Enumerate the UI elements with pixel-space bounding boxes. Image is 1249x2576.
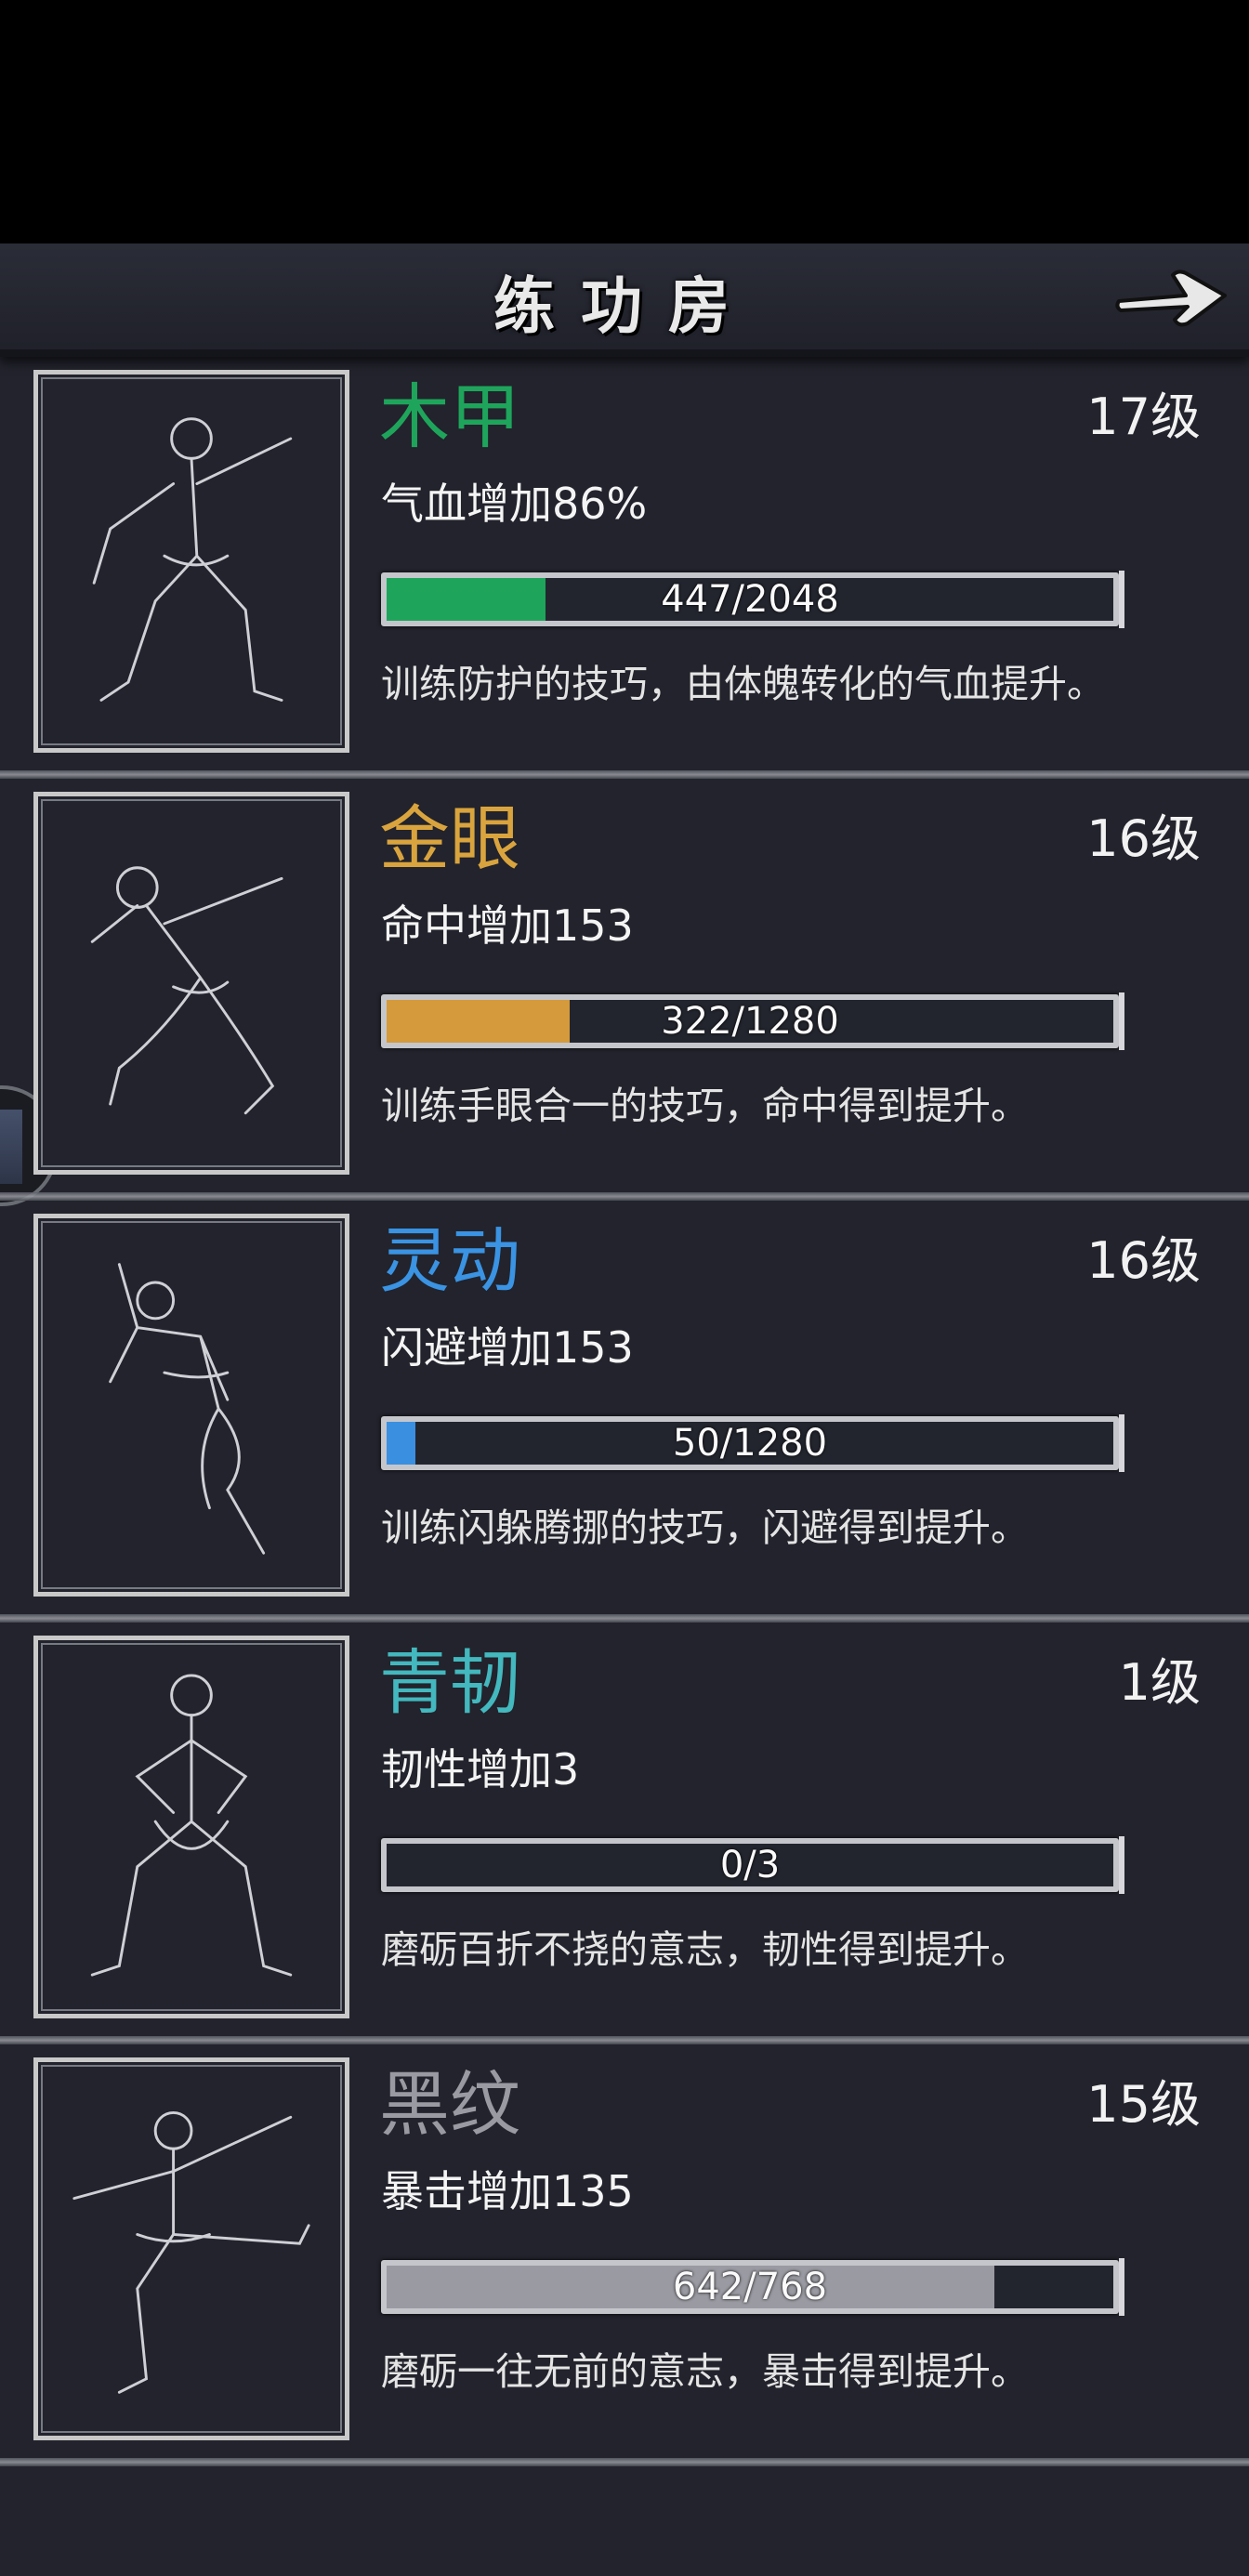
divider [0, 1192, 1249, 1201]
skill-portrait [33, 2057, 349, 2440]
skill-description: 训练手眼合一的技巧，命中得到提升。 [381, 1084, 1029, 1128]
exp-progress-text: 642/768 [672, 2266, 828, 2308]
exp-progress-bar: 0/3 [381, 1836, 1124, 1894]
skill-card[interactable]: 金眼 16级 命中增加153 322/1280 训练手眼合一的技巧，命中得到提升… [0, 779, 1249, 1201]
skill-description: 训练闪躲腾挪的技巧，闪避得到提升。 [381, 1505, 1029, 1550]
skill-description: 磨砺百折不挠的意志，韧性得到提升。 [381, 1927, 1029, 1972]
exp-progress-bar: 50/1280 [381, 1414, 1124, 1472]
skill-card[interactable]: 青韧 1级 韧性增加3 0/3 磨砺百折不挠的意志，韧性得到提升。 [0, 1623, 1249, 2044]
skill-level: 16级 [1086, 1231, 1201, 1290]
skill-portrait [33, 1636, 349, 2018]
skill-name: 木甲 [379, 375, 520, 458]
exp-progress-bar: 322/1280 [381, 992, 1124, 1050]
skill-portrait [33, 370, 349, 753]
skill-bonus: 韧性增加3 [381, 1744, 580, 1794]
skill-card[interactable]: 灵动 16级 闪避增加153 50/1280 训练闪躲腾挪的技巧，闪避得到提升。 [0, 1201, 1249, 1623]
skill-name: 黑纹 [379, 2063, 520, 2146]
skill-description: 训练防护的技巧，由体魄转化的气血提升。 [381, 662, 1105, 706]
header-bar: 练功房 [0, 243, 1249, 357]
exp-progress-text: 0/3 [719, 1844, 781, 1886]
skill-card[interactable]: 黑纹 15级 暴击增加135 642/768 磨砺一往无前的意志，暴击得到提升。 [0, 2044, 1249, 2466]
skill-name: 青韧 [379, 1641, 520, 1724]
page-title: 练功房 [493, 269, 756, 342]
exp-progress-text: 50/1280 [672, 1422, 828, 1465]
exp-progress-text: 447/2048 [661, 578, 839, 621]
next-button[interactable] [1113, 256, 1230, 335]
skill-bonus: 命中增加153 [381, 900, 634, 951]
divider [0, 1614, 1249, 1623]
skill-description: 磨砺一往无前的意志，暴击得到提升。 [381, 2349, 1029, 2394]
skill-level: 17级 [1086, 388, 1201, 446]
skill-portrait [33, 792, 349, 1175]
exp-progress-bar: 642/768 [381, 2258, 1124, 2316]
skill-level: 15级 [1086, 2075, 1201, 2134]
skill-level: 1级 [1118, 1653, 1201, 1712]
divider [0, 2458, 1249, 2466]
skill-level: 16级 [1086, 809, 1201, 868]
divider [0, 2036, 1249, 2044]
skill-bonus: 暴击增加135 [381, 2166, 634, 2216]
skill-portrait [33, 1214, 349, 1597]
right-arrow-icon [1115, 269, 1227, 327]
top-black-bar [0, 0, 1249, 243]
skill-card[interactable]: 木甲 17级 气血增加86% 447/2048 训练防护的技巧，由体魄转化的气血… [0, 357, 1249, 779]
skill-bonus: 气血增加86% [381, 479, 648, 529]
divider [0, 770, 1249, 779]
skill-bonus: 闪避增加153 [381, 1322, 634, 1373]
skill-name: 金眼 [379, 797, 520, 880]
exp-progress-bar: 447/2048 [381, 571, 1124, 628]
skill-list: 木甲 17级 气血增加86% 447/2048 训练防护的技巧，由体魄转化的气血… [0, 357, 1249, 2466]
exp-progress-text: 322/1280 [661, 1000, 839, 1043]
skill-name: 灵动 [379, 1219, 520, 1302]
